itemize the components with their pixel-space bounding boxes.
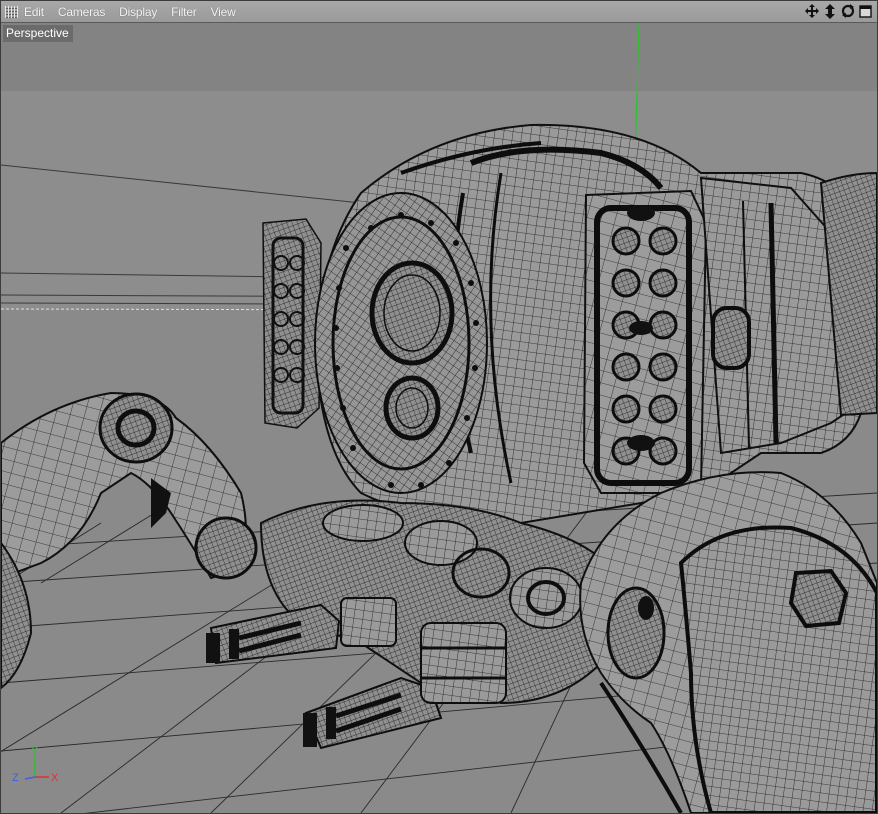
menu-display[interactable]: Display (119, 5, 157, 19)
front-light-panel[interactable] (582, 189, 708, 494)
rear-light-panel[interactable] (262, 218, 322, 429)
rotate-view-icon[interactable] (840, 3, 855, 19)
side-hub-disc[interactable] (314, 192, 488, 494)
dolly-view-icon[interactable] (822, 3, 837, 19)
menu-view[interactable]: View (211, 5, 236, 19)
camera-label[interactable]: Perspective (3, 25, 73, 42)
panel-grip-icon[interactable] (5, 5, 18, 18)
right-side-armor[interactable] (699, 171, 877, 455)
view-navigation-icons (804, 3, 873, 19)
move-view-icon[interactable] (804, 3, 819, 19)
background-upper-band (1, 23, 877, 91)
perspective-viewport[interactable]: Perspective Y X Z (1, 23, 877, 813)
menu-edit[interactable]: Edit (24, 5, 44, 19)
axis-y-label: Y (31, 745, 39, 757)
viewport-window: Edit Cameras Display Filter View Perspec… (0, 0, 878, 814)
maximize-view-icon[interactable] (858, 3, 873, 19)
menu-cameras[interactable]: Cameras (58, 5, 105, 19)
viewport-menubar: Edit Cameras Display Filter View (1, 1, 877, 23)
wireframe-scene[interactable]: Y X Z (1, 23, 877, 813)
menu-filter[interactable]: Filter (171, 5, 197, 19)
axis-x-label: X (51, 772, 59, 784)
axis-z-label: Z (12, 772, 19, 784)
